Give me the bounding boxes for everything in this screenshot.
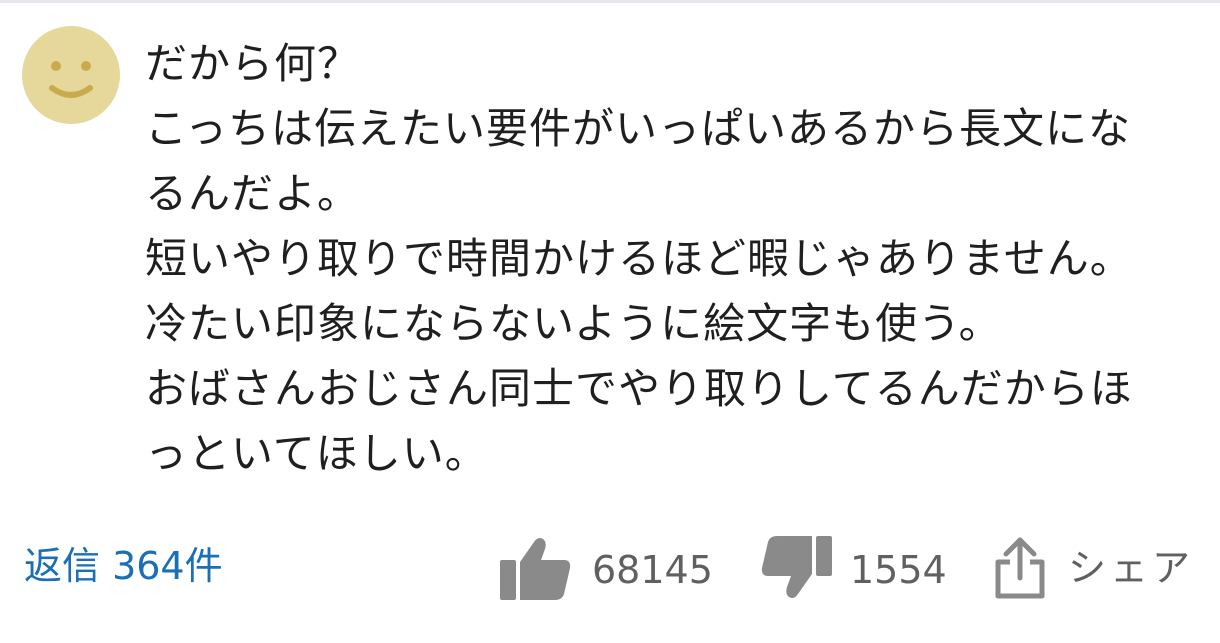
comment-line: るんだよ。	[145, 169, 361, 218]
dislike-button[interactable]	[758, 532, 834, 602]
comment-action-bar: 返信 364件 68145 1554 シェア	[0, 530, 1220, 610]
like-button[interactable]	[498, 534, 574, 604]
avatar[interactable]	[22, 26, 120, 124]
comment-line: 短いやり取りで時間かけるほど暇じゃありません。	[145, 234, 1133, 283]
comment-text: だから何？ こっちは伝えたい要件がいっぱいあるから長文にな るんだよ。 短いやり…	[145, 31, 1205, 486]
thumbs-down-icon	[761, 536, 832, 598]
replies-link[interactable]: 返信 364件	[24, 542, 223, 590]
thumbs-up-icon	[500, 538, 571, 600]
comment-line: 冷たい印象にならないように絵文字も使う。	[145, 299, 1002, 348]
comment-line: っといてほしい。	[145, 429, 488, 478]
comment-line: こっちは伝えたい要件がいっぱいあるから長文にな	[145, 104, 1132, 153]
comment-line: おばさんおじさん同士でやり取りしてるんだからほ	[145, 364, 1133, 413]
dislike-count: 1554	[850, 548, 947, 592]
share-label: シェア	[1068, 546, 1195, 590]
comment-line: だから何？	[145, 39, 361, 88]
replies-label: 返信 364件	[24, 544, 223, 588]
comment-card: だから何？ こっちは伝えたい要件がいっぱいあるから長文にな るんだよ。 短いやり…	[0, 0, 1220, 643]
share-icon-wrap	[992, 532, 1048, 602]
smiley-face-icon	[22, 26, 120, 124]
like-count: 68145	[592, 548, 713, 592]
share-icon	[995, 537, 1045, 599]
